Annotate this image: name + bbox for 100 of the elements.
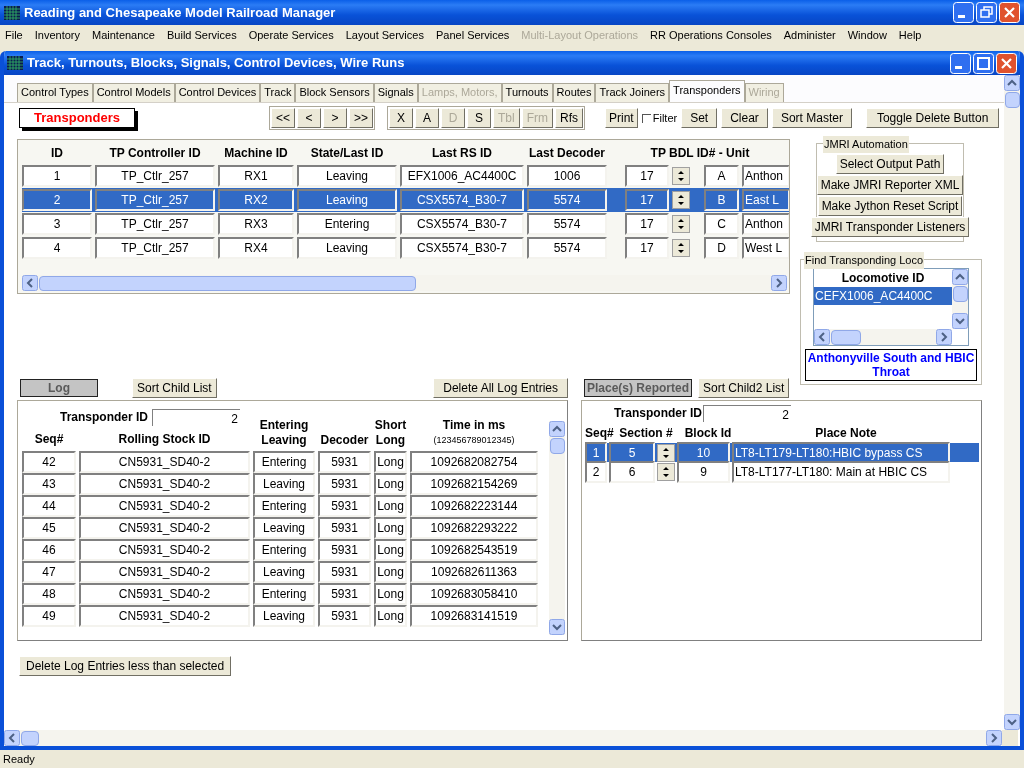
- transponder-id-field[interactable]: 2: [152, 408, 240, 426]
- scroll-left-icon: [4, 730, 20, 746]
- toggle-delete-button[interactable]: Toggle Delete Button: [865, 108, 1000, 128]
- menu-item[interactable]: Inventory: [34, 26, 80, 44]
- table-cell: Long: [374, 451, 407, 473]
- delete-log-entries-button[interactable]: Delete Log Entries less than selected: [19, 656, 232, 676]
- menu-item[interactable]: File: [5, 26, 23, 44]
- spin-button[interactable]: [672, 215, 690, 233]
- spin-button[interactable]: [657, 443, 675, 462]
- tab[interactable]: Routes: [552, 83, 596, 102]
- table-cell: 48: [22, 583, 76, 605]
- table-cell: CN5931_SD40-2: [79, 539, 250, 561]
- table-cell: 1092682293222: [410, 517, 538, 539]
- scroll-thumb[interactable]: [39, 275, 416, 291]
- spin-button[interactable]: [672, 191, 690, 209]
- minimize-icon[interactable]: [950, 52, 971, 74]
- vertical-scrollbar[interactable]: [952, 269, 968, 329]
- spin-button[interactable]: [672, 239, 690, 257]
- menu-item[interactable]: Administer: [783, 26, 836, 44]
- navigation-button[interactable]: X: [389, 108, 414, 128]
- table-row[interactable]: 1 5 10 LT8-LT179-LT180:HBIC bypass CS: [585, 443, 979, 462]
- horizontal-scrollbar[interactable]: [4, 730, 1002, 746]
- menu-item[interactable]: Build Services: [167, 26, 237, 44]
- maximize-icon[interactable]: [973, 52, 994, 74]
- vertical-scrollbar[interactable]: [549, 421, 565, 635]
- table-cell: 47: [22, 561, 76, 583]
- restore-icon[interactable]: [976, 2, 997, 23]
- table-row[interactable]: 2 TP_Ctlr_257 RX2 Leaving CSX5574_B30-7 5574 17 B East L: [22, 188, 789, 212]
- navigation-button[interactable]: <: [297, 108, 321, 128]
- horizontal-scrollbar[interactable]: [814, 329, 952, 345]
- navigation-button[interactable]: >>: [349, 108, 374, 128]
- scroll-thumb[interactable]: [952, 286, 968, 302]
- jmri-button[interactable]: JMRI Transponder Listeners: [810, 217, 970, 237]
- menu-item[interactable]: Window: [847, 26, 887, 44]
- list-item[interactable]: CEFX1006_AC4400C: [814, 287, 952, 305]
- menu-item[interactable]: Maintenance: [92, 26, 155, 44]
- table-cell: 5931: [318, 451, 371, 473]
- scroll-left-icon: [22, 275, 38, 291]
- spin-button[interactable]: [657, 462, 675, 481]
- tab[interactable]: Control Types: [17, 83, 93, 102]
- navigation-button[interactable]: S: [467, 108, 492, 128]
- menu-item[interactable]: Help: [898, 26, 922, 44]
- scroll-down-icon: [549, 619, 565, 635]
- scroll-right-icon: [986, 730, 1002, 746]
- tab[interactable]: Turnouts: [501, 83, 553, 102]
- column-header: Short Long: [374, 418, 407, 449]
- navigation-button[interactable]: >: [323, 108, 347, 128]
- clear-button[interactable]: Clear: [721, 108, 768, 128]
- close-icon[interactable]: [996, 52, 1017, 74]
- table-cell: 1: [22, 165, 92, 187]
- scroll-thumb[interactable]: [831, 329, 861, 345]
- scroll-thumb[interactable]: [21, 730, 39, 746]
- menu-item[interactable]: RR Operations Consoles: [650, 26, 772, 44]
- scroll-thumb[interactable]: [549, 438, 565, 454]
- horizontal-scrollbar[interactable]: [22, 275, 787, 291]
- set-button[interactable]: Set: [681, 108, 718, 128]
- navigation-button[interactable]: Rfs: [555, 108, 584, 128]
- table-row[interactable]: 3 TP_Ctlr_257 RX3 Entering CSX5574_B30-7 5574 17 C Anthon: [22, 212, 789, 236]
- navigation-button[interactable]: A: [415, 108, 440, 128]
- jmri-button[interactable]: Make Jython Reset Script: [817, 196, 963, 216]
- table-cell: 42: [22, 451, 76, 473]
- tab[interactable]: Transponders: [669, 80, 745, 102]
- tab[interactable]: Track Joiners: [595, 83, 670, 102]
- sort-master-button[interactable]: Sort Master: [771, 108, 852, 128]
- menu-item[interactable]: Layout Services: [345, 26, 424, 44]
- tab[interactable]: Signals: [373, 83, 418, 102]
- column-header: Last Decoder: [528, 145, 606, 162]
- close-icon[interactable]: [999, 2, 1020, 23]
- column-header: Place Note: [814, 425, 878, 442]
- menu-item[interactable]: Operate Services: [248, 26, 334, 44]
- tab[interactable]: Control Devices: [174, 83, 261, 102]
- table-cell: Long: [374, 495, 407, 517]
- table-row[interactable]: 1 TP_Ctlr_257 RX1 Leaving EFX1006_AC4400C 1006 17 A Anthon: [22, 164, 789, 188]
- table-cell: RX2: [218, 189, 294, 211]
- menu-item[interactable]: Panel Services: [435, 26, 510, 44]
- table-cell: 46: [22, 539, 76, 561]
- table-cell: 49: [22, 605, 76, 627]
- sort-child-list-button[interactable]: Sort Child List: [132, 378, 217, 398]
- print-button[interactable]: Print: [605, 108, 638, 128]
- window-scrollbar[interactable]: [1004, 75, 1020, 730]
- tab[interactable]: Control Models: [92, 83, 175, 102]
- navigation-button[interactable]: <<: [271, 108, 295, 128]
- delete-all-log-entries-button[interactable]: Delete All Log Entries: [433, 378, 568, 398]
- table-cell: 5931: [318, 495, 371, 517]
- jmri-button[interactable]: Make JMRI Reporter XML: [816, 175, 964, 195]
- tab[interactable]: Block Sensors: [295, 83, 374, 102]
- scroll-up-icon: [549, 421, 565, 437]
- tab[interactable]: Track: [260, 83, 296, 102]
- transponder-id-label: Transponder ID: [613, 405, 703, 422]
- table-cell: Leaving: [253, 473, 315, 495]
- spin-button[interactable]: [672, 167, 690, 185]
- table-cell: TP_Ctlr_257: [95, 237, 215, 259]
- transponder-id-field[interactable]: 2: [703, 404, 791, 422]
- minimize-icon[interactable]: [953, 2, 974, 23]
- scroll-thumb[interactable]: [1004, 92, 1020, 108]
- table-row[interactable]: 4 TP_Ctlr_257 RX4 Leaving CSX5574_B30-7 5574 17 D West L: [22, 236, 789, 260]
- sort-child2-list-button[interactable]: Sort Child2 List: [698, 378, 790, 398]
- jmri-button[interactable]: Select Output Path: [835, 154, 945, 174]
- filter-label: Filter: [652, 110, 678, 126]
- table-row[interactable]: 2 6 9 LT8-LT177-LT180: Main at HBIC CS: [585, 462, 979, 481]
